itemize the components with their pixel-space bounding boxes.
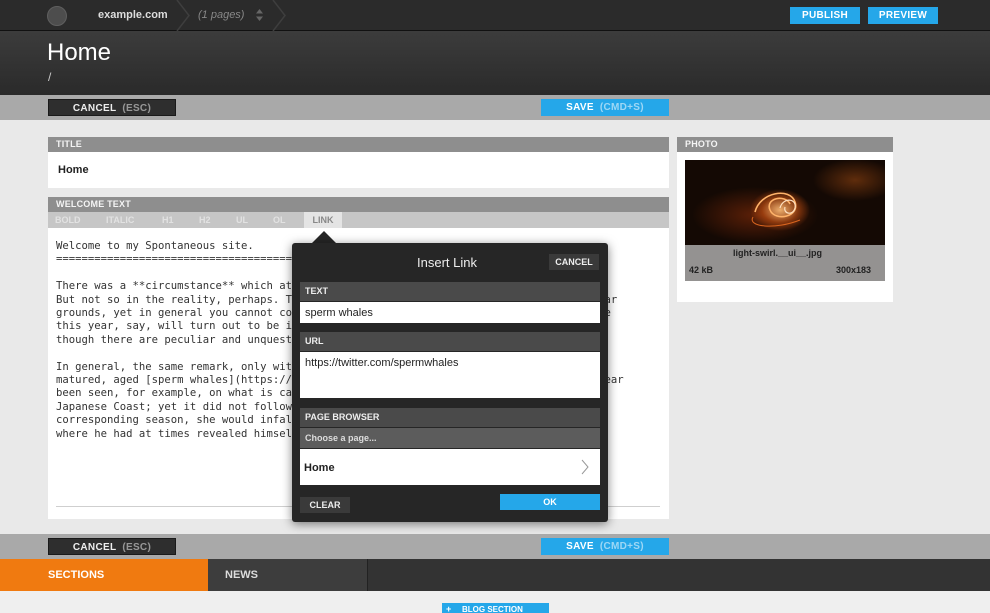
title-field[interactable]: Home (48, 152, 669, 188)
add-blog-section-button[interactable]: + BLOG SECTION (442, 603, 549, 613)
save-button[interactable]: SAVE (CMD+S) (541, 99, 669, 116)
cancel-shortcut: (ESC) (122, 542, 152, 553)
page-list-item[interactable]: Home (300, 449, 600, 485)
photo-dimensions: 300x183 (836, 265, 872, 275)
photo-caption: light-swirl.__ui__.jpg 42 kB 300x183 (685, 245, 885, 281)
page-item-label: Home (304, 462, 335, 474)
page-browser-label: PAGE BROWSER (300, 408, 600, 427)
modal-pointer (312, 231, 336, 243)
title-panel-header: TITLE (48, 137, 669, 152)
url-field-label: URL (300, 332, 600, 351)
photo-image[interactable]: light-swirl.__ui__.jpg 42 kB 300x183 (685, 160, 885, 281)
ok-button[interactable]: OK (500, 494, 600, 510)
welcome-panel-header: WELCOME TEXT (48, 197, 669, 212)
preview-button[interactable]: PREVIEW (868, 7, 938, 24)
pages-count: (1 pages) (198, 9, 245, 21)
blog-section-label: BLOG SECTION (462, 605, 523, 613)
chevron-right-icon (581, 459, 589, 475)
page-chooser[interactable]: Choose a page... (300, 428, 600, 448)
cancel-shortcut: (ESC) (122, 103, 152, 114)
page-select-arrows-icon[interactable] (255, 8, 264, 22)
breadcrumb-separator-icon (176, 0, 190, 31)
save-label: SAVE (566, 102, 594, 113)
h2-format-button[interactable]: H2 (199, 212, 211, 228)
plus-icon: + (446, 604, 452, 613)
title-value: Home (58, 164, 89, 176)
breadcrumb-separator-icon (272, 0, 286, 31)
save-shortcut: (CMD+S) (599, 541, 644, 552)
photo-size: 42 kB (689, 265, 714, 275)
site-name[interactable]: example.com (98, 9, 168, 21)
ol-format-button[interactable]: OL (273, 212, 286, 228)
cancel-label: CANCEL (72, 103, 117, 114)
link-url-input[interactable]: https://twitter.com/spermwhales (300, 352, 600, 398)
photo-filename: light-swirl.__ui__.jpg (733, 248, 823, 258)
section-tabs: SECTIONS NEWS (0, 559, 990, 591)
photo-panel-header: PHOTO (677, 137, 893, 152)
ul-format-button[interactable]: UL (236, 212, 248, 228)
cancel-button[interactable]: CANCEL (ESC) (48, 99, 176, 116)
bold-format-button[interactable]: BOLD (55, 212, 81, 228)
light-swirl-graphic (751, 192, 801, 227)
page-title: Home (47, 39, 112, 66)
cancel-label: CANCEL (72, 542, 117, 553)
site-logo-icon[interactable] (47, 6, 67, 26)
save-shortcut: (CMD+S) (599, 102, 644, 113)
cancel-button-bottom[interactable]: CANCEL (ESC) (48, 538, 176, 555)
tab-sections[interactable]: SECTIONS (0, 559, 208, 591)
modal-cancel-button[interactable]: CANCEL (549, 254, 599, 270)
page-header (0, 31, 990, 95)
text-field-label: TEXT (300, 282, 600, 301)
page-path: / (48, 70, 52, 84)
insert-link-title: Insert Link (417, 255, 477, 270)
publish-button[interactable]: PUBLISH (790, 7, 860, 24)
save-label: SAVE (566, 541, 594, 552)
save-button-bottom[interactable]: SAVE (CMD+S) (541, 538, 669, 555)
h1-format-button[interactable]: H1 (162, 212, 174, 228)
clear-button[interactable]: CLEAR (300, 497, 350, 513)
link-text-input[interactable]: sperm whales (300, 302, 600, 323)
link-format-button[interactable]: LINK (304, 212, 342, 228)
format-toolbar: BOLD ITALIC H1 H2 UL OL LINK (48, 212, 669, 228)
italic-format-button[interactable]: ITALIC (106, 212, 134, 228)
tab-news[interactable]: NEWS (208, 559, 368, 591)
